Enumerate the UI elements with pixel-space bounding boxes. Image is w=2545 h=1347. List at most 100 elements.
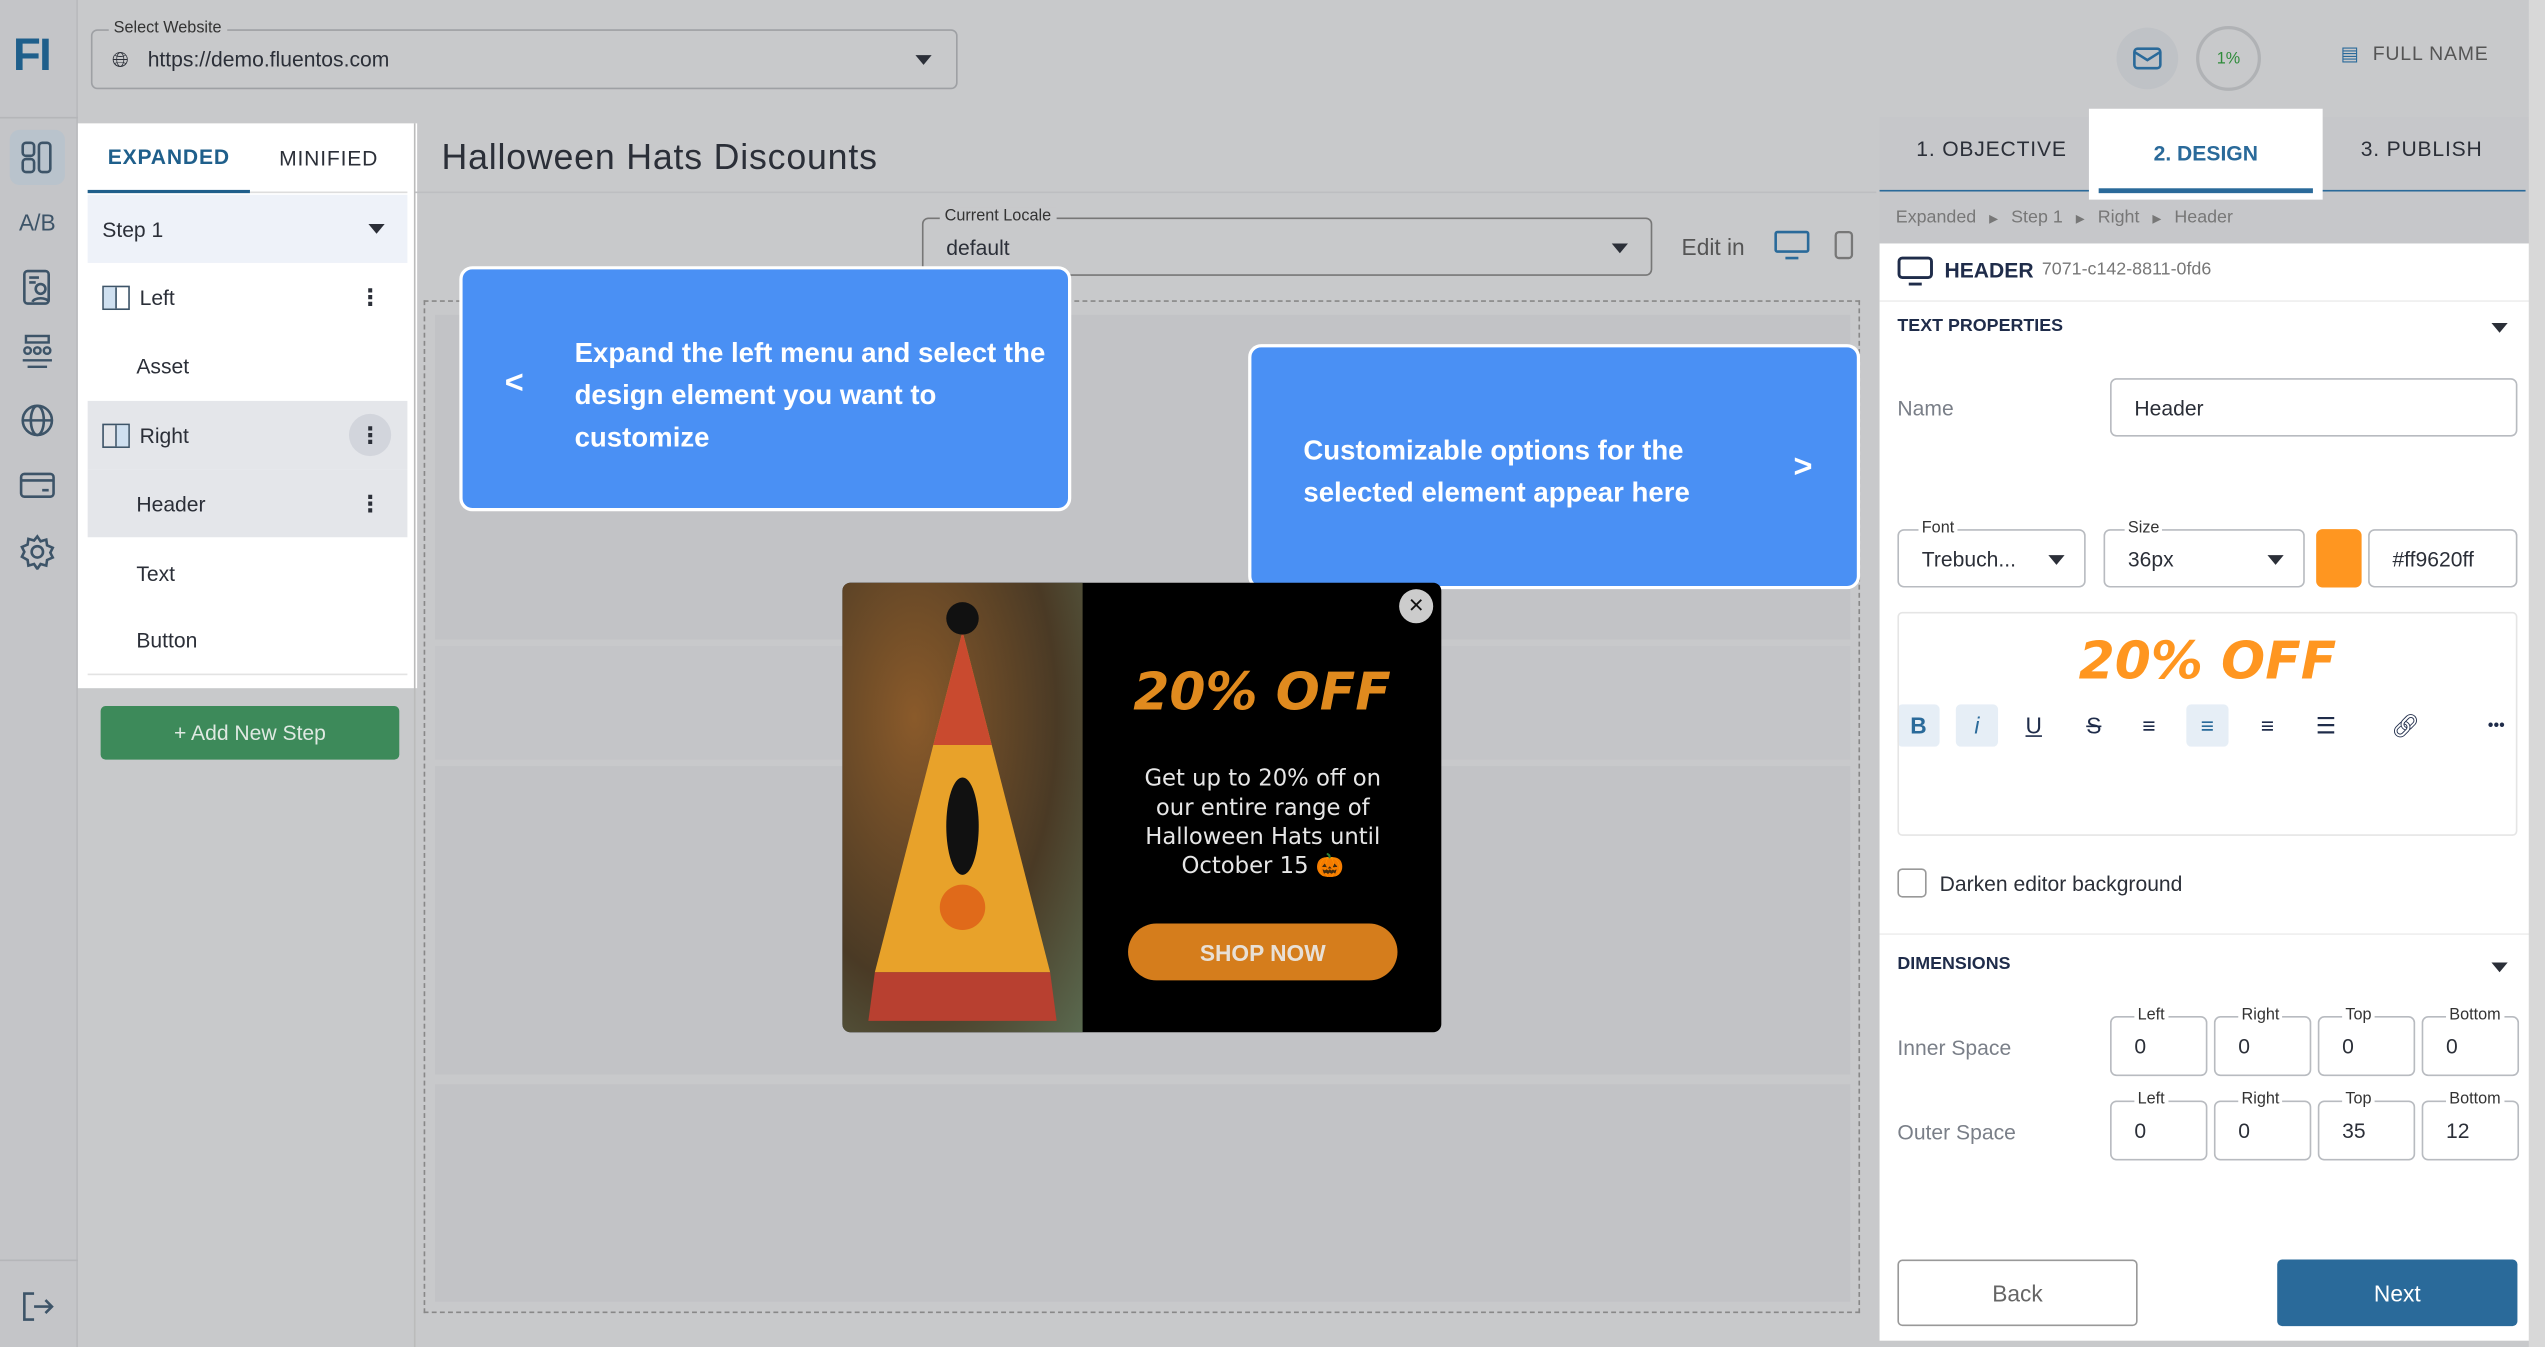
chevron-left-icon: < [504, 365, 524, 401]
scrollbar[interactable] [2528, 0, 2545, 1347]
chevron-down-icon[interactable] [2491, 962, 2508, 973]
more-options-icon[interactable]: ⋮ [348, 413, 392, 457]
dimension-value: 0 [2342, 1033, 2354, 1059]
dimension-label: Bottom [2446, 1090, 2504, 1109]
tree-item-label: Asset [136, 353, 190, 378]
tab-expanded[interactable]: EXPANDED [87, 123, 250, 194]
inner-space-right-input[interactable]: Right 0 [2213, 1006, 2312, 1077]
desktop-icon[interactable] [1774, 230, 1810, 267]
outer-space-label: Outer Space [1897, 1119, 2016, 1145]
mail-icon [2133, 47, 2162, 70]
dimension-value: 0 [2446, 1033, 2458, 1059]
add-new-step-button[interactable]: + Add New Step [100, 706, 400, 760]
website-value: https://demo.fluentos.com [147, 47, 390, 72]
mobile-icon[interactable] [1834, 230, 1854, 267]
font-label: Font [1918, 519, 1958, 538]
tooltip-right: Customizable options for the selected el… [1248, 344, 1861, 590]
page-title: Halloween Hats Discounts [441, 136, 878, 177]
back-button[interactable]: Back [1897, 1259, 2138, 1327]
edit-in-label: Edit in [1681, 233, 1745, 260]
tooltip-right-text: Customizable options for the selected el… [1303, 434, 1690, 509]
outer-space-top-input[interactable]: Top 35 [2317, 1090, 2416, 1161]
tree-item-label: Button [136, 628, 198, 653]
tooltip-left-text: Expand the left menu and select the desi… [574, 337, 1046, 453]
tree-item-label: Right [139, 422, 189, 448]
dimension-label: Left [2134, 1090, 2168, 1109]
tab-design[interactable]: 2. DESIGN [2088, 108, 2323, 200]
name-input[interactable]: Header [2110, 378, 2518, 437]
outer-space-right-input[interactable]: Right 0 [2213, 1090, 2312, 1161]
tree-item-header[interactable]: Header ⋮ [87, 469, 408, 538]
tree-item-asset[interactable]: Asset [88, 331, 408, 399]
close-icon[interactable]: × [1399, 589, 1434, 624]
outer-space-bottom-input[interactable]: Bottom 12 [2421, 1090, 2520, 1161]
tab-objective[interactable]: 1. OBJECTIVE [1883, 136, 2100, 160]
globe-icon[interactable] [10, 393, 65, 448]
chevron-down-icon [2048, 555, 2065, 565]
size-select[interactable]: Size 36px [2103, 519, 2305, 588]
next-button[interactable]: Next [2277, 1259, 2518, 1327]
icon-rail: FI A/B [0, 0, 78, 1347]
breadcrumb-item[interactable]: Right [2098, 208, 2140, 229]
contact-icon: ▤ [2340, 42, 2360, 65]
website-select[interactable]: Select Website 🌐︎ https://demo.fluentos.… [90, 19, 958, 90]
inner-space-bottom-input[interactable]: Bottom 0 [2421, 1006, 2520, 1077]
popup-body: Get up to 20% off on our entire range of… [1144, 766, 1382, 880]
breadcrumb-item[interactable]: Expanded [1896, 208, 1976, 229]
mail-button[interactable] [2116, 27, 2179, 90]
chevron-down-icon[interactable] [2491, 322, 2508, 333]
element-id: 7071-c142-8811-0fd6 [2041, 259, 2212, 280]
more-options-icon[interactable]: ⋮ [349, 482, 391, 524]
tree-item-left[interactable]: Left ⋮ [88, 263, 408, 331]
layout-icon[interactable] [9, 129, 65, 186]
font-select[interactable]: Font Trebuch... [1897, 519, 2086, 588]
dimension-label: Top [2342, 1006, 2375, 1025]
tab-minified[interactable]: MINIFIED [249, 123, 408, 194]
inner-space-left-input[interactable]: Left 0 [2110, 1006, 2208, 1077]
dimension-value: 0 [2134, 1118, 2147, 1143]
dimension-label: Left [2134, 1006, 2168, 1025]
size-value: 36px [2127, 546, 2174, 571]
popup-headline: 20% OFF [1133, 660, 1391, 723]
dimension-value: 0 [2238, 1033, 2250, 1059]
tree-item-label: Text [136, 560, 176, 586]
color-swatch[interactable] [2316, 529, 2362, 588]
tree-item-button[interactable]: Button [87, 607, 408, 676]
tree-item-label: Left [139, 284, 175, 310]
tree-item-text[interactable]: Text [88, 539, 408, 607]
font-value: Trebuch... [1921, 546, 2016, 571]
billing-icon[interactable] [10, 458, 65, 513]
column-left-icon [102, 284, 130, 310]
dimension-label: Top [2342, 1090, 2375, 1109]
breadcrumb: Expanded ▸ Step 1 ▸ Right ▸ Header [1895, 207, 2233, 229]
dimension-value: 0 [2134, 1033, 2147, 1059]
color-hex-input[interactable]: #ff9620ff [2368, 529, 2518, 588]
tree-item-right[interactable]: Right ⋮ [87, 400, 408, 470]
outer-space-left-input[interactable]: Left 0 [2110, 1090, 2208, 1161]
properties-panel: HEADER 7071-c142-8811-0fd6 TEXT PROPERTI… [1879, 243, 2539, 1341]
hat-image [842, 582, 1083, 1033]
tab-publish[interactable]: 3. PUBLISH [2321, 136, 2522, 160]
logo: FI [12, 29, 52, 80]
user-menu[interactable]: ▤ FULL NAME [2341, 42, 2489, 65]
text-properties-title: TEXT PROPERTIES [1897, 316, 2064, 336]
step-label: Step 1 [102, 216, 164, 242]
audience-icon[interactable] [10, 325, 65, 380]
shop-now-button[interactable]: SHOP NOW [1128, 923, 1398, 981]
pumpkin-icon: 🎃 [1315, 853, 1345, 880]
logout-icon[interactable] [10, 1279, 65, 1334]
breadcrumb-item[interactable]: Step 1 [2011, 208, 2063, 229]
step-select[interactable]: Step 1 [87, 194, 408, 263]
ab-test-icon[interactable]: A/B [10, 195, 65, 250]
inner-space-top-input[interactable]: Top 0 [2317, 1006, 2416, 1077]
more-options-icon[interactable]: ⋮ [349, 276, 391, 318]
contact-report-icon[interactable] [10, 260, 65, 315]
locale-value: default [946, 235, 1010, 260]
darken-checkbox[interactable] [1897, 868, 1927, 898]
chevron-down-icon [915, 55, 932, 65]
text-editor[interactable]: 20% OFF [1897, 611, 2518, 836]
gear-icon[interactable] [10, 524, 65, 579]
dimension-label: Right [2238, 1006, 2283, 1025]
globe-icon: 🌐︎ [111, 47, 129, 72]
website-select-label: Select Website [108, 19, 227, 38]
